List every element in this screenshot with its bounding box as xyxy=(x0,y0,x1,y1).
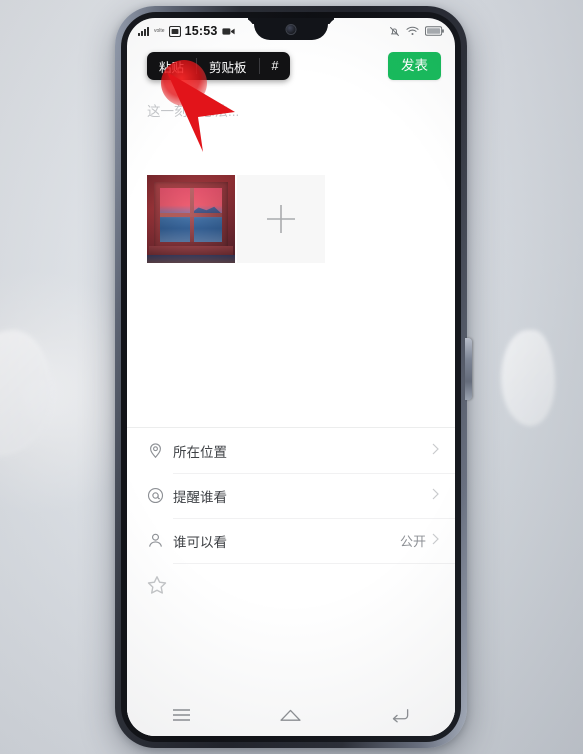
back-button[interactable] xyxy=(372,700,428,730)
back-arrow-icon xyxy=(392,708,409,722)
context-menu-item-paste[interactable]: 粘贴 xyxy=(147,52,196,80)
power-button[interactable] xyxy=(465,338,472,400)
home-icon xyxy=(280,709,302,721)
chevron-right-icon xyxy=(432,442,439,460)
location-pin-icon xyxy=(147,442,173,459)
option-row-favorite[interactable] xyxy=(127,563,455,607)
context-menu-item-hashtag[interactable]: # xyxy=(260,52,291,80)
option-row-location[interactable]: 所在位置 xyxy=(127,428,455,473)
media-thumbnail[interactable] xyxy=(147,175,235,263)
person-icon xyxy=(147,532,173,549)
options-list: 所在位置 提醒谁看 谁可以看 公开 xyxy=(127,428,455,607)
background-blob-left xyxy=(0,330,52,456)
battery-icon xyxy=(425,26,444,36)
display-notch xyxy=(254,18,328,40)
sim-card-icon xyxy=(168,25,181,37)
chevron-right-icon xyxy=(432,487,439,505)
carrier-label: volte xyxy=(154,27,165,34)
option-label-mention: 提醒谁看 xyxy=(173,489,227,505)
status-bar-clock: 15:53 xyxy=(184,24,218,38)
context-menu-item-clipboard[interactable]: 剪贴板 xyxy=(197,52,259,80)
add-media-button[interactable] xyxy=(237,175,325,263)
star-outline-icon xyxy=(147,575,173,595)
phone-screen: volte 15:53 发表 粘贴 剪贴板 # 这一刻的想法... 所在位置 提… xyxy=(127,18,455,736)
chevron-right-icon xyxy=(432,532,439,550)
background-blob-right xyxy=(501,330,555,426)
signal-bars-icon xyxy=(138,26,149,36)
status-bar-right xyxy=(389,26,444,37)
wifi-icon xyxy=(406,26,419,35)
option-value-visibility: 公开 xyxy=(399,534,426,549)
option-row-visibility[interactable]: 谁可以看 公开 xyxy=(127,518,455,563)
option-row-mention[interactable]: 提醒谁看 xyxy=(127,473,455,518)
video-recording-icon xyxy=(221,27,235,35)
menu-button[interactable] xyxy=(154,700,210,730)
compose-area: 这一刻的想法... 所在位置 提醒谁看 谁可以看 公开 xyxy=(127,90,455,736)
compose-text-input[interactable]: 这一刻的想法... xyxy=(147,102,435,122)
option-label-visibility: 谁可以看 xyxy=(173,534,227,550)
home-button[interactable] xyxy=(263,700,319,730)
front-camera-icon xyxy=(286,25,296,34)
text-context-menu: 粘贴 剪贴板 # xyxy=(147,52,291,80)
status-bar-left: volte 15:53 xyxy=(138,24,235,38)
scene-photo-backdrop: volte 15:53 发表 粘贴 剪贴板 # 这一刻的想法... 所在位置 提… xyxy=(0,0,583,754)
publish-button[interactable]: 发表 xyxy=(388,52,441,80)
plus-icon xyxy=(267,205,295,233)
option-label-location: 所在位置 xyxy=(173,444,227,460)
at-mention-icon xyxy=(147,487,173,504)
mute-bell-icon xyxy=(389,26,400,36)
android-navigation-bar xyxy=(127,694,455,736)
media-grid xyxy=(147,175,325,263)
hamburger-menu-icon xyxy=(173,709,191,721)
painting-shading xyxy=(147,175,235,263)
